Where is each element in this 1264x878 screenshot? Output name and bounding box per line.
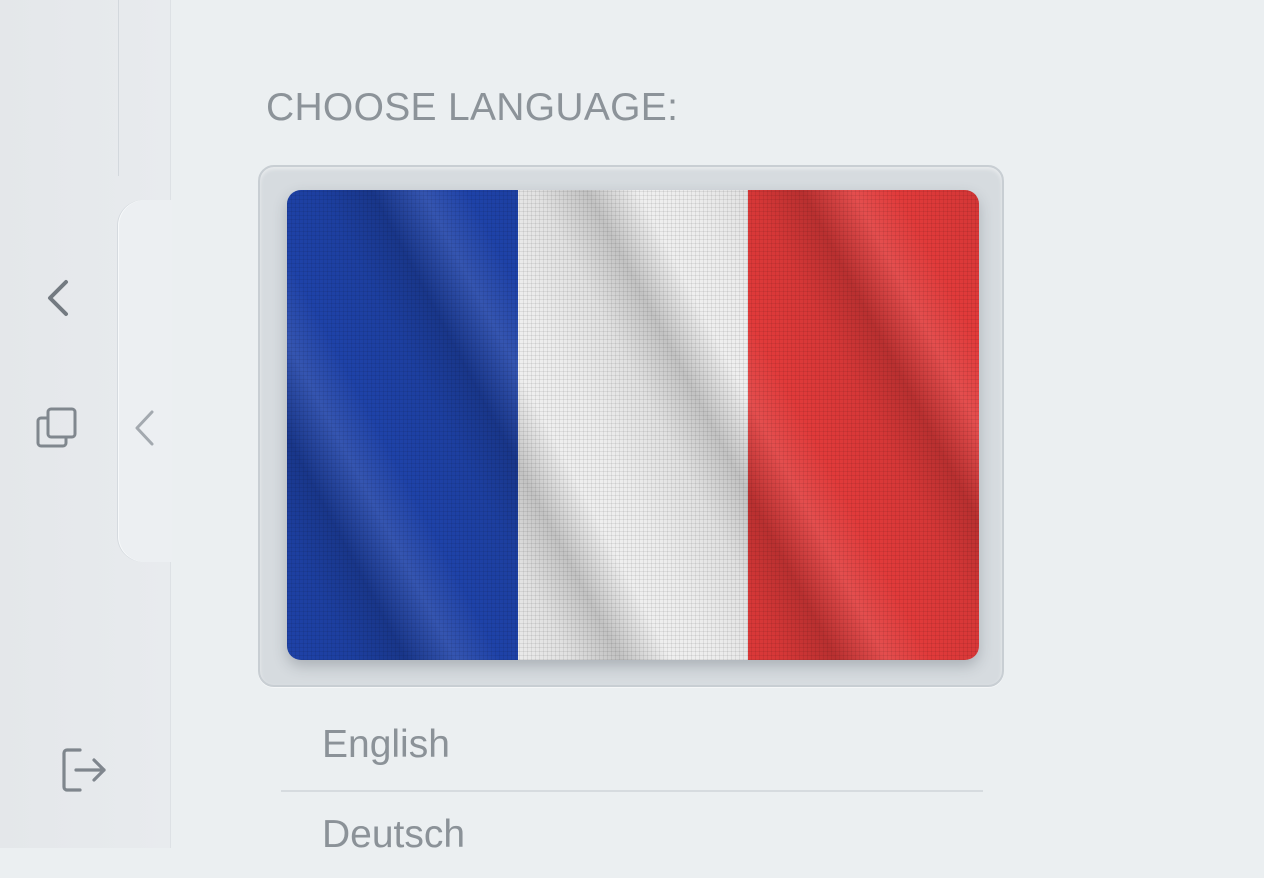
sidebar-divider <box>118 0 119 176</box>
chevron-left-icon <box>48 280 68 316</box>
drawer-tab <box>118 200 172 562</box>
copy-icon <box>36 407 77 448</box>
language-option-english[interactable]: English <box>281 700 983 790</box>
selected-flag-card[interactable] <box>258 165 1004 687</box>
section-label: CHOOSE LANGUAGE: <box>266 86 679 129</box>
language-list: English Deutsch <box>281 700 983 878</box>
logout-icon <box>62 748 106 792</box>
language-option-deutsch[interactable]: Deutsch <box>281 790 983 878</box>
copy-button[interactable] <box>34 404 80 450</box>
back-button[interactable] <box>38 276 78 320</box>
collapse-drawer-button[interactable] <box>130 406 160 450</box>
sidebar <box>0 0 172 848</box>
chevron-left-icon <box>135 410 154 446</box>
logout-button[interactable] <box>58 744 110 796</box>
france-flag-icon <box>287 190 979 660</box>
flag-stripe-white <box>517 190 749 660</box>
flag-stripe-blue <box>287 190 518 660</box>
flag-stripe-red <box>748 190 979 660</box>
